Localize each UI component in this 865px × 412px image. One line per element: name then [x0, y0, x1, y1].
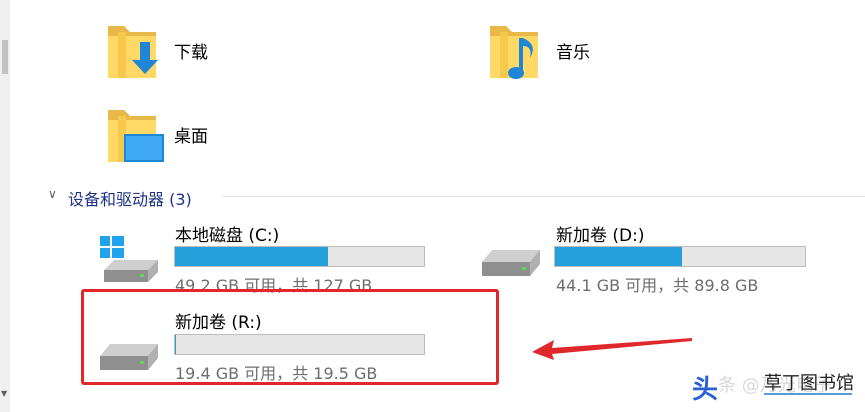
folder-downloads[interactable]: 下载 — [104, 16, 304, 86]
folder-name: 桌面 — [174, 127, 208, 147]
folder-name: 下载 — [174, 43, 208, 63]
music-folder-icon — [490, 26, 538, 79]
drive-usage-bar — [174, 246, 425, 267]
drive-icon — [482, 250, 540, 276]
drive-name: 新加卷 (D:) — [556, 226, 645, 246]
drive-c[interactable]: 本地磁盘 (C:) 49.2 GB 可用，共 127 GB — [96, 218, 436, 295]
watermark-overlay-text: 草丁图书馆 — [764, 373, 854, 394]
vertical-scrollbar[interactable]: ▼ — [0, 0, 10, 412]
drive-usage-bar — [554, 246, 806, 267]
drive-d[interactable]: 新加卷 (D:) 44.1 GB 可用，共 89.8 GB — [478, 218, 818, 295]
folder-music[interactable]: 音乐 — [486, 16, 686, 86]
chevron-down-icon[interactable]: ∨ — [48, 187, 57, 201]
drive-usage-fill — [175, 247, 328, 266]
downloads-folder-icon — [108, 26, 158, 78]
section-divider — [222, 196, 865, 197]
scrollbar-thumb[interactable] — [2, 40, 8, 74]
section-title: 设备和驱动器 (3) — [68, 190, 192, 209]
desktop-folder-icon — [108, 110, 164, 162]
drive-usage-fill — [555, 247, 683, 266]
windows-drive-icon — [100, 236, 158, 282]
scroll-down-arrow-icon[interactable]: ▼ — [1, 389, 7, 398]
folder-name: 音乐 — [556, 43, 590, 63]
folder-desktop[interactable]: 桌面 — [104, 100, 304, 170]
red-highlight-box — [81, 289, 499, 385]
drive-name: 本地磁盘 (C:) — [175, 226, 280, 246]
drive-free-space: 44.1 GB 可用，共 89.8 GB — [556, 276, 759, 295]
watermark-underline — [764, 393, 852, 395]
red-arrow-icon — [532, 338, 692, 360]
watermark-logo: 头 — [692, 375, 719, 405]
devices-and-drives-header[interactable]: ∨ 设备和驱动器 (3) — [44, 184, 865, 209]
watermark: 头 条 @乃光电子 草丁图书馆 — [688, 361, 865, 409]
